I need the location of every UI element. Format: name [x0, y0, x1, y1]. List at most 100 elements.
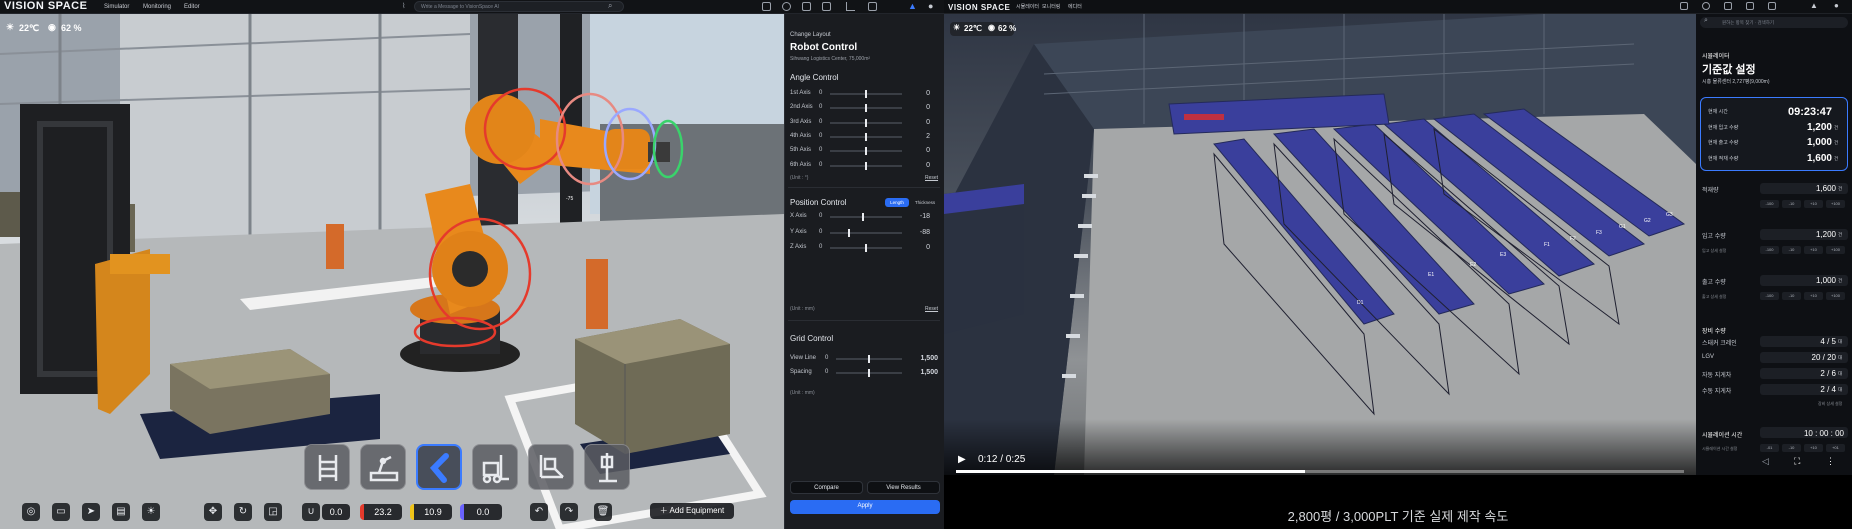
angle-value[interactable]: 0 — [906, 147, 930, 154]
grid-slider[interactable] — [836, 355, 902, 363]
monitor-icon[interactable] — [1724, 2, 1732, 10]
stepper-button[interactable]: -100 — [1760, 246, 1779, 254]
length-toggle[interactable]: Length — [885, 198, 909, 207]
menu-simulator[interactable]: Simulator — [104, 0, 129, 14]
angle-slider-handle[interactable] — [865, 147, 867, 156]
chart-icon[interactable] — [1746, 2, 1754, 10]
field-sub-link[interactable]: 입고 상세 설정 — [1702, 248, 1726, 254]
time-stepper-button[interactable]: +01 — [1826, 444, 1845, 452]
stepper-button[interactable]: +100 — [1826, 200, 1845, 208]
vr-icon[interactable]: ▭ — [52, 503, 70, 521]
compare-button[interactable]: Compare — [790, 481, 863, 494]
position-reset-link[interactable]: Reset — [925, 306, 938, 312]
angle-reset-link[interactable]: Reset — [925, 175, 938, 181]
history-icon[interactable] — [782, 2, 791, 11]
rotate-icon[interactable]: ↻ — [234, 503, 252, 521]
angle-slider[interactable] — [830, 90, 902, 98]
add-equipment-button[interactable]: ＋ Add Equipment — [650, 503, 734, 519]
warehouse-video[interactable]: D1 E1 E2 E3 F1 F2 F3 G1 G2 G3 ☀ 22℃ ◉ 62… — [944, 14, 1696, 475]
stepper-button[interactable]: -10 — [1782, 246, 1801, 254]
angle-value[interactable]: 0 — [906, 90, 930, 97]
grid-value[interactable]: 1,500 — [910, 369, 938, 376]
stepper-button[interactable]: +10 — [1804, 292, 1823, 300]
conveyor-robot-icon[interactable] — [360, 444, 406, 490]
history-icon[interactable] — [1702, 2, 1710, 10]
stacker-icon[interactable] — [584, 444, 630, 490]
angle-slider-handle[interactable] — [865, 118, 867, 127]
angle-slider-handle[interactable] — [865, 132, 868, 141]
view-results-button[interactable]: View Results — [867, 481, 940, 494]
ruler-icon[interactable]: ▤ — [112, 503, 130, 521]
video-progress-track[interactable] — [956, 470, 1684, 473]
field-sub-link[interactable]: 출고 상세 설정 — [1702, 294, 1726, 300]
play-icon[interactable]: ▶ — [958, 454, 966, 465]
angle-value[interactable]: 2 — [906, 133, 930, 140]
user-icon[interactable]: ● — [928, 1, 933, 11]
user-icon[interactable]: ● — [1834, 1, 1839, 10]
angle-value[interactable]: 0 — [906, 162, 930, 169]
pallet-robot-icon[interactable] — [528, 444, 574, 490]
scale-icon[interactable]: ◲ — [264, 503, 282, 521]
magnet-icon[interactable]: ∪ — [302, 503, 320, 521]
stepper-button[interactable]: -100 — [1760, 292, 1779, 300]
grid-slider-handle[interactable] — [868, 355, 870, 363]
position-slider-handle[interactable] — [865, 244, 867, 252]
undo-icon[interactable]: ↶ — [530, 503, 548, 521]
forklift-icon[interactable] — [472, 444, 518, 490]
settings-icon[interactable] — [1768, 2, 1776, 10]
position-slider-handle[interactable] — [861, 213, 864, 221]
position-slider[interactable] — [830, 213, 902, 221]
trash-icon[interactable]: 🗑 — [594, 503, 612, 521]
stepper-button[interactable]: +10 — [1804, 200, 1823, 208]
stepper-button[interactable]: +10 — [1804, 246, 1823, 254]
menu-monitoring[interactable]: Monitoring — [143, 0, 171, 14]
angle-slider[interactable] — [830, 118, 902, 127]
settings-icon[interactable] — [868, 2, 877, 11]
monitor-icon[interactable] — [802, 2, 811, 11]
panel-search-input[interactable]: 원하는 항목 찾기 · 검색하기 — [1700, 17, 1848, 28]
bell-icon[interactable]: ▲ — [1810, 1, 1818, 10]
redo-icon[interactable]: ↷ — [560, 503, 578, 521]
time-stepper-button[interactable]: -10 — [1782, 444, 1801, 452]
ai-message-input[interactable]: Write a Message to VisionSpace AI — [414, 1, 624, 12]
more-icon[interactable]: ⋮ — [1826, 456, 1835, 467]
fullscreen-icon[interactable]: ⛶ — [1794, 456, 1800, 467]
position-slider[interactable] — [830, 244, 902, 252]
layout-icon[interactable] — [1680, 2, 1688, 10]
bell-icon[interactable]: ▲ — [908, 1, 917, 11]
stepper-button[interactable]: +100 — [1826, 246, 1845, 254]
grid-slider[interactable] — [836, 369, 902, 377]
target-icon[interactable]: ◎ — [22, 503, 40, 521]
position-slider-handle[interactable] — [847, 228, 850, 237]
blue-axis-value[interactable]: 0.0 — [460, 504, 502, 520]
angle-slider[interactable] — [830, 132, 902, 141]
angle-slider[interactable] — [830, 104, 902, 113]
time-stepper-button[interactable]: -01 — [1760, 444, 1779, 452]
stepper-button[interactable]: -10 — [1782, 292, 1801, 300]
grid-slider-handle[interactable] — [868, 369, 870, 377]
apply-button[interactable]: Apply — [790, 500, 940, 514]
robot-arm-icon[interactable] — [416, 444, 462, 490]
volume-icon[interactable]: ◁ — [1762, 456, 1769, 467]
search-icon[interactable]: ⌕ — [608, 1, 612, 11]
grid-value[interactable]: 1,500 — [910, 355, 938, 362]
position-value[interactable]: -88 — [906, 229, 930, 236]
angle-value[interactable]: 0 — [906, 119, 930, 126]
thickness-toggle[interactable]: Thickness — [911, 198, 939, 207]
brightness-icon[interactable]: ☀ — [142, 503, 160, 521]
yellow-axis-value[interactable]: 10.9 — [410, 504, 452, 520]
angle-slider-handle[interactable] — [865, 104, 867, 113]
position-slider[interactable] — [830, 228, 902, 237]
navigate-icon[interactable]: ➤ — [82, 503, 100, 521]
menu-simulator-ko[interactable]: 시뮬레이터 — [1016, 0, 1039, 14]
position-value[interactable]: 0 — [906, 244, 930, 251]
angle-value[interactable]: 0 — [906, 104, 930, 111]
attach-icon[interactable]: ⌇ — [402, 2, 405, 10]
angle-slider-handle[interactable] — [865, 90, 867, 98]
move-icon[interactable]: ✥ — [204, 503, 222, 521]
rack-icon[interactable] — [304, 444, 350, 490]
angle-slider-handle[interactable] — [865, 161, 867, 170]
angle-slider[interactable] — [830, 147, 902, 156]
menu-monitoring-ko[interactable]: 모니터링 — [1042, 0, 1060, 14]
time-stepper-button[interactable]: +10 — [1804, 444, 1823, 452]
